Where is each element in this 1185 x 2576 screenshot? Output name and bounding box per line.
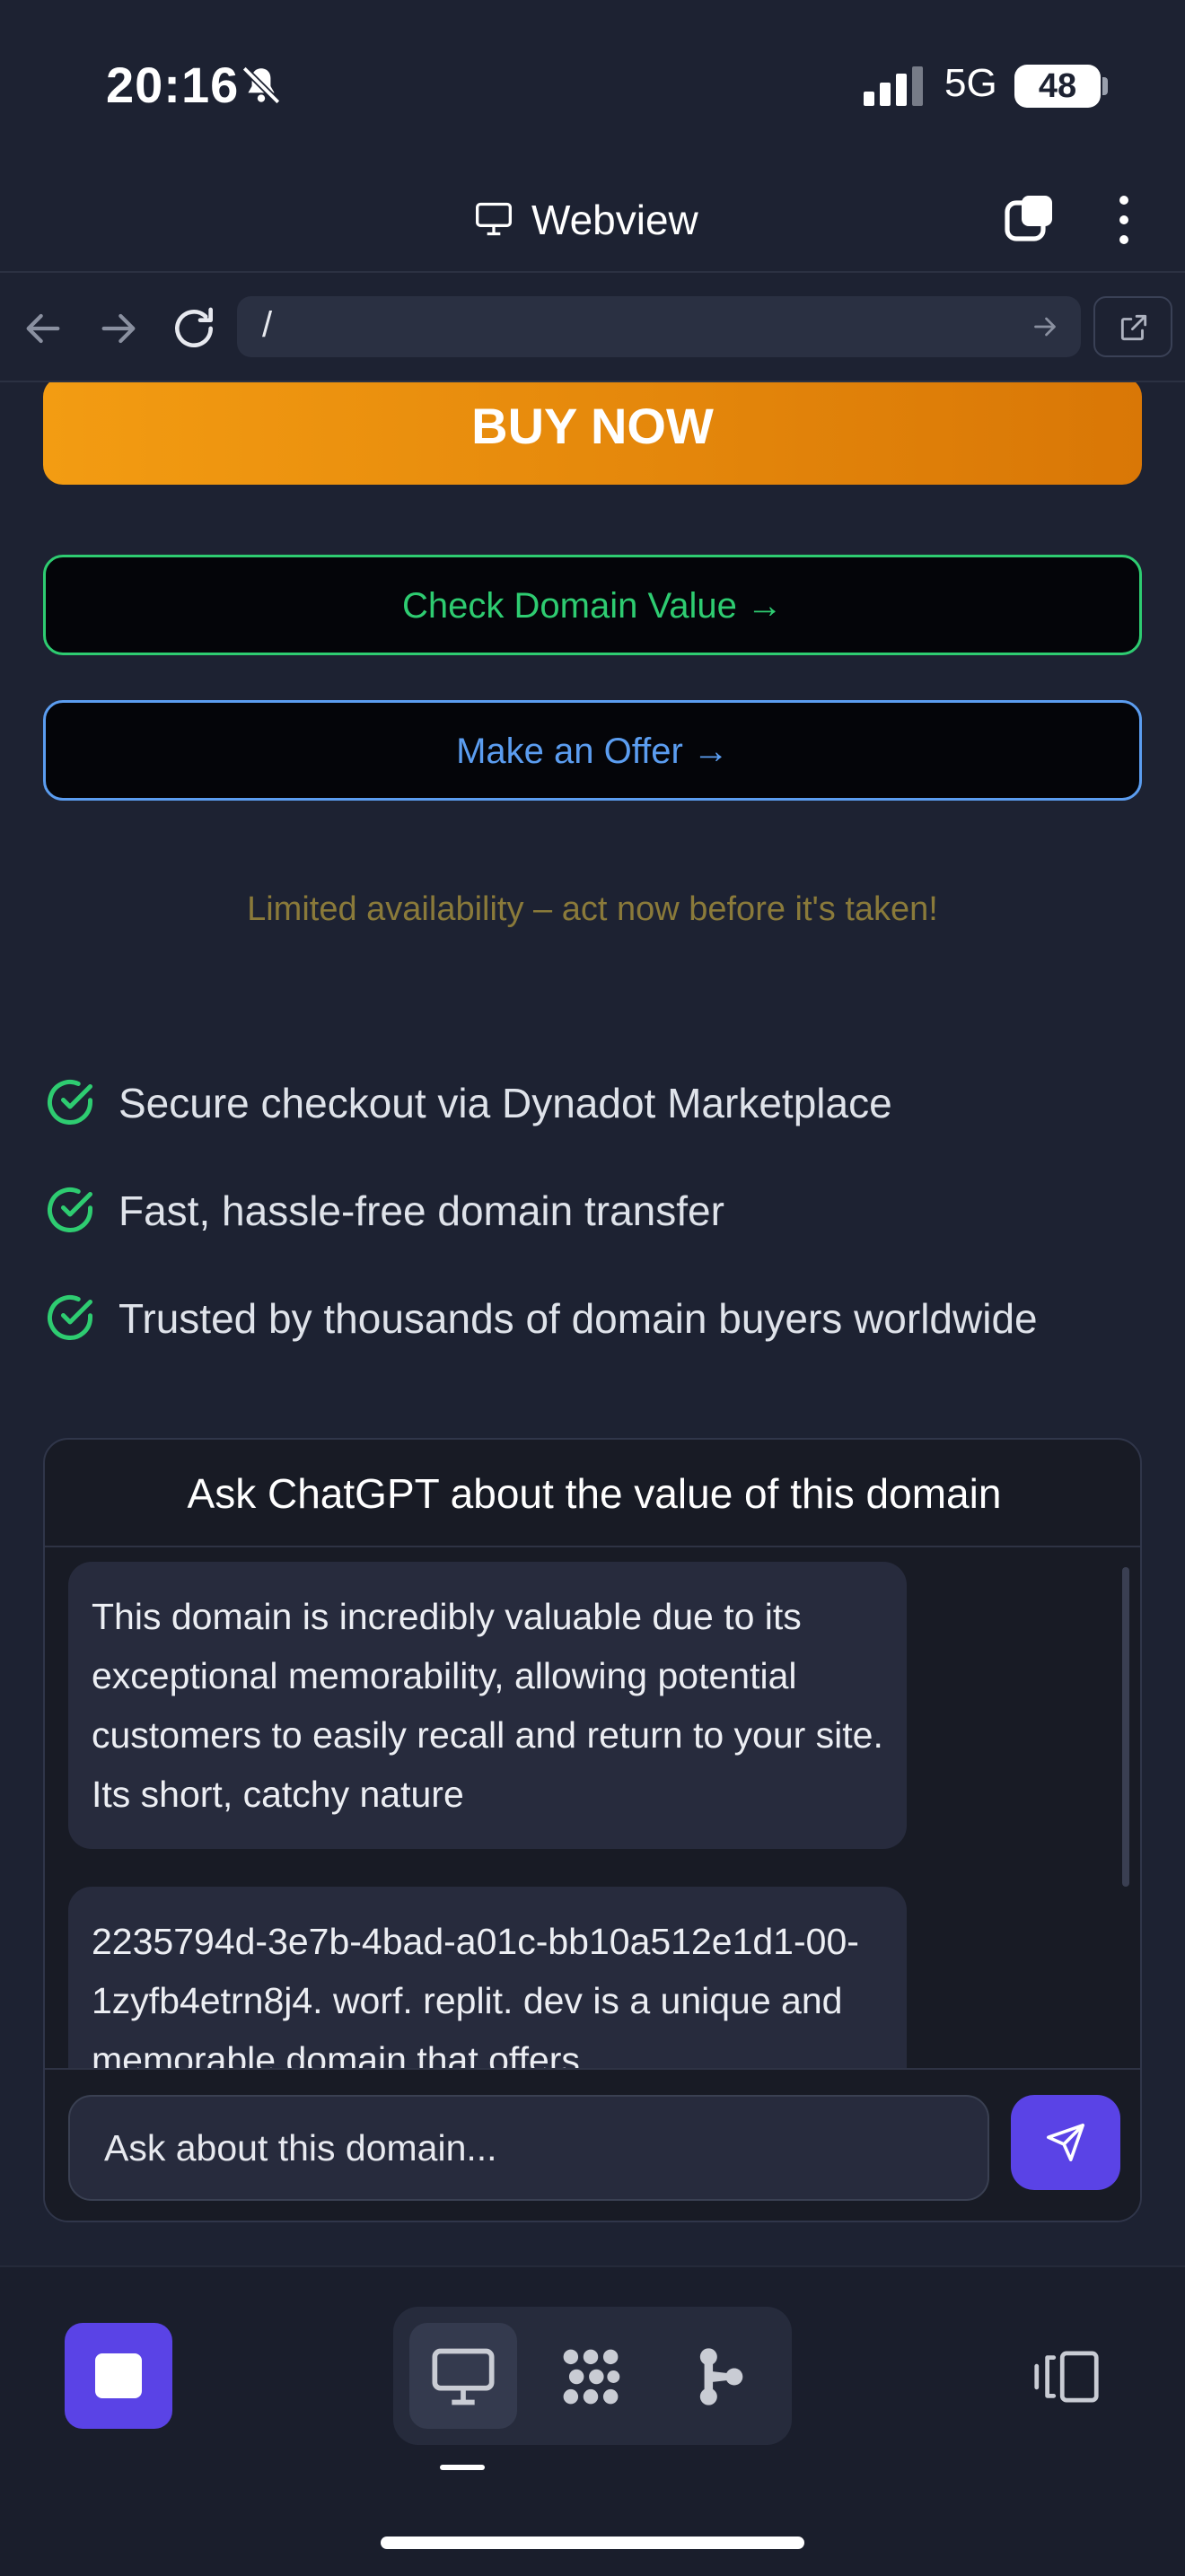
chat-messages[interactable]: This domain is incredibly valuable due t… [45, 1549, 1140, 2068]
forward-arrow-icon[interactable] [93, 303, 144, 354]
app-title: Webview [531, 197, 698, 243]
url-text: / [262, 305, 273, 345]
buy-now-button[interactable]: BUY NOW [43, 382, 1142, 485]
url-field[interactable] [237, 296, 1081, 357]
send-icon [1047, 2124, 1084, 2161]
status-time: 20:16 [106, 57, 240, 113]
branch-icon[interactable] [686, 2343, 754, 2411]
check-circle-icon [48, 1295, 92, 1340]
feature-text: Trusted by thousands of domain buyers wo… [118, 1295, 1038, 1342]
check-domain-value-button[interactable]: Check Domain Value → [43, 555, 1142, 655]
chat-input[interactable] [68, 2095, 989, 2201]
network-type: 5G [944, 61, 997, 105]
make-offer-button[interactable]: Make an Offer → [43, 700, 1142, 801]
feature-text: Secure checkout via Dynadot Marketplace [118, 1080, 892, 1126]
monitor-icon [432, 2348, 495, 2405]
side-panel-icon[interactable] [1032, 2348, 1101, 2405]
tabs-icon[interactable] [1004, 192, 1058, 246]
webview-content: BUY NOW Check Domain Value → Make an Off… [0, 382, 1185, 2265]
home-indicator[interactable] [381, 2537, 804, 2549]
more-menu-icon[interactable] [1113, 196, 1135, 250]
external-link-icon [1120, 314, 1147, 341]
limited-availability-note: Limited availability – act now before it… [247, 890, 938, 928]
dots-grid-icon[interactable] [557, 2343, 625, 2411]
battery-indicator: 48 [1014, 65, 1101, 108]
check-circle-icon [48, 1080, 92, 1125]
chat-scrollbar[interactable] [1122, 1567, 1129, 1887]
bell-muted-icon [241, 66, 281, 105]
chat-title: Ask ChatGPT about the value of this doma… [45, 1440, 1140, 1547]
chat-message: 2235794d-3e7b-4bad-a01c-bb10a512e1d1-00-… [68, 1887, 907, 2068]
battery-cap [1102, 77, 1108, 95]
reload-icon[interactable] [169, 303, 219, 354]
stop-icon [95, 2353, 142, 2398]
open-external-button[interactable] [1093, 296, 1172, 357]
check-circle-icon [48, 1187, 92, 1232]
back-arrow-icon[interactable] [18, 303, 68, 354]
chat-input-row [45, 2068, 1140, 2221]
signal-icon [864, 66, 923, 106]
go-arrow-icon[interactable] [1029, 311, 1061, 343]
monitor-icon [476, 202, 512, 236]
feature-text: Fast, hassle-free domain transfer [118, 1187, 724, 1234]
chat-message: This domain is incredibly valuable due t… [68, 1562, 907, 1849]
send-button[interactable] [1011, 2095, 1120, 2190]
chat-widget: Ask ChatGPT about the value of this doma… [43, 1438, 1142, 2222]
active-tab-indicator [440, 2465, 485, 2470]
